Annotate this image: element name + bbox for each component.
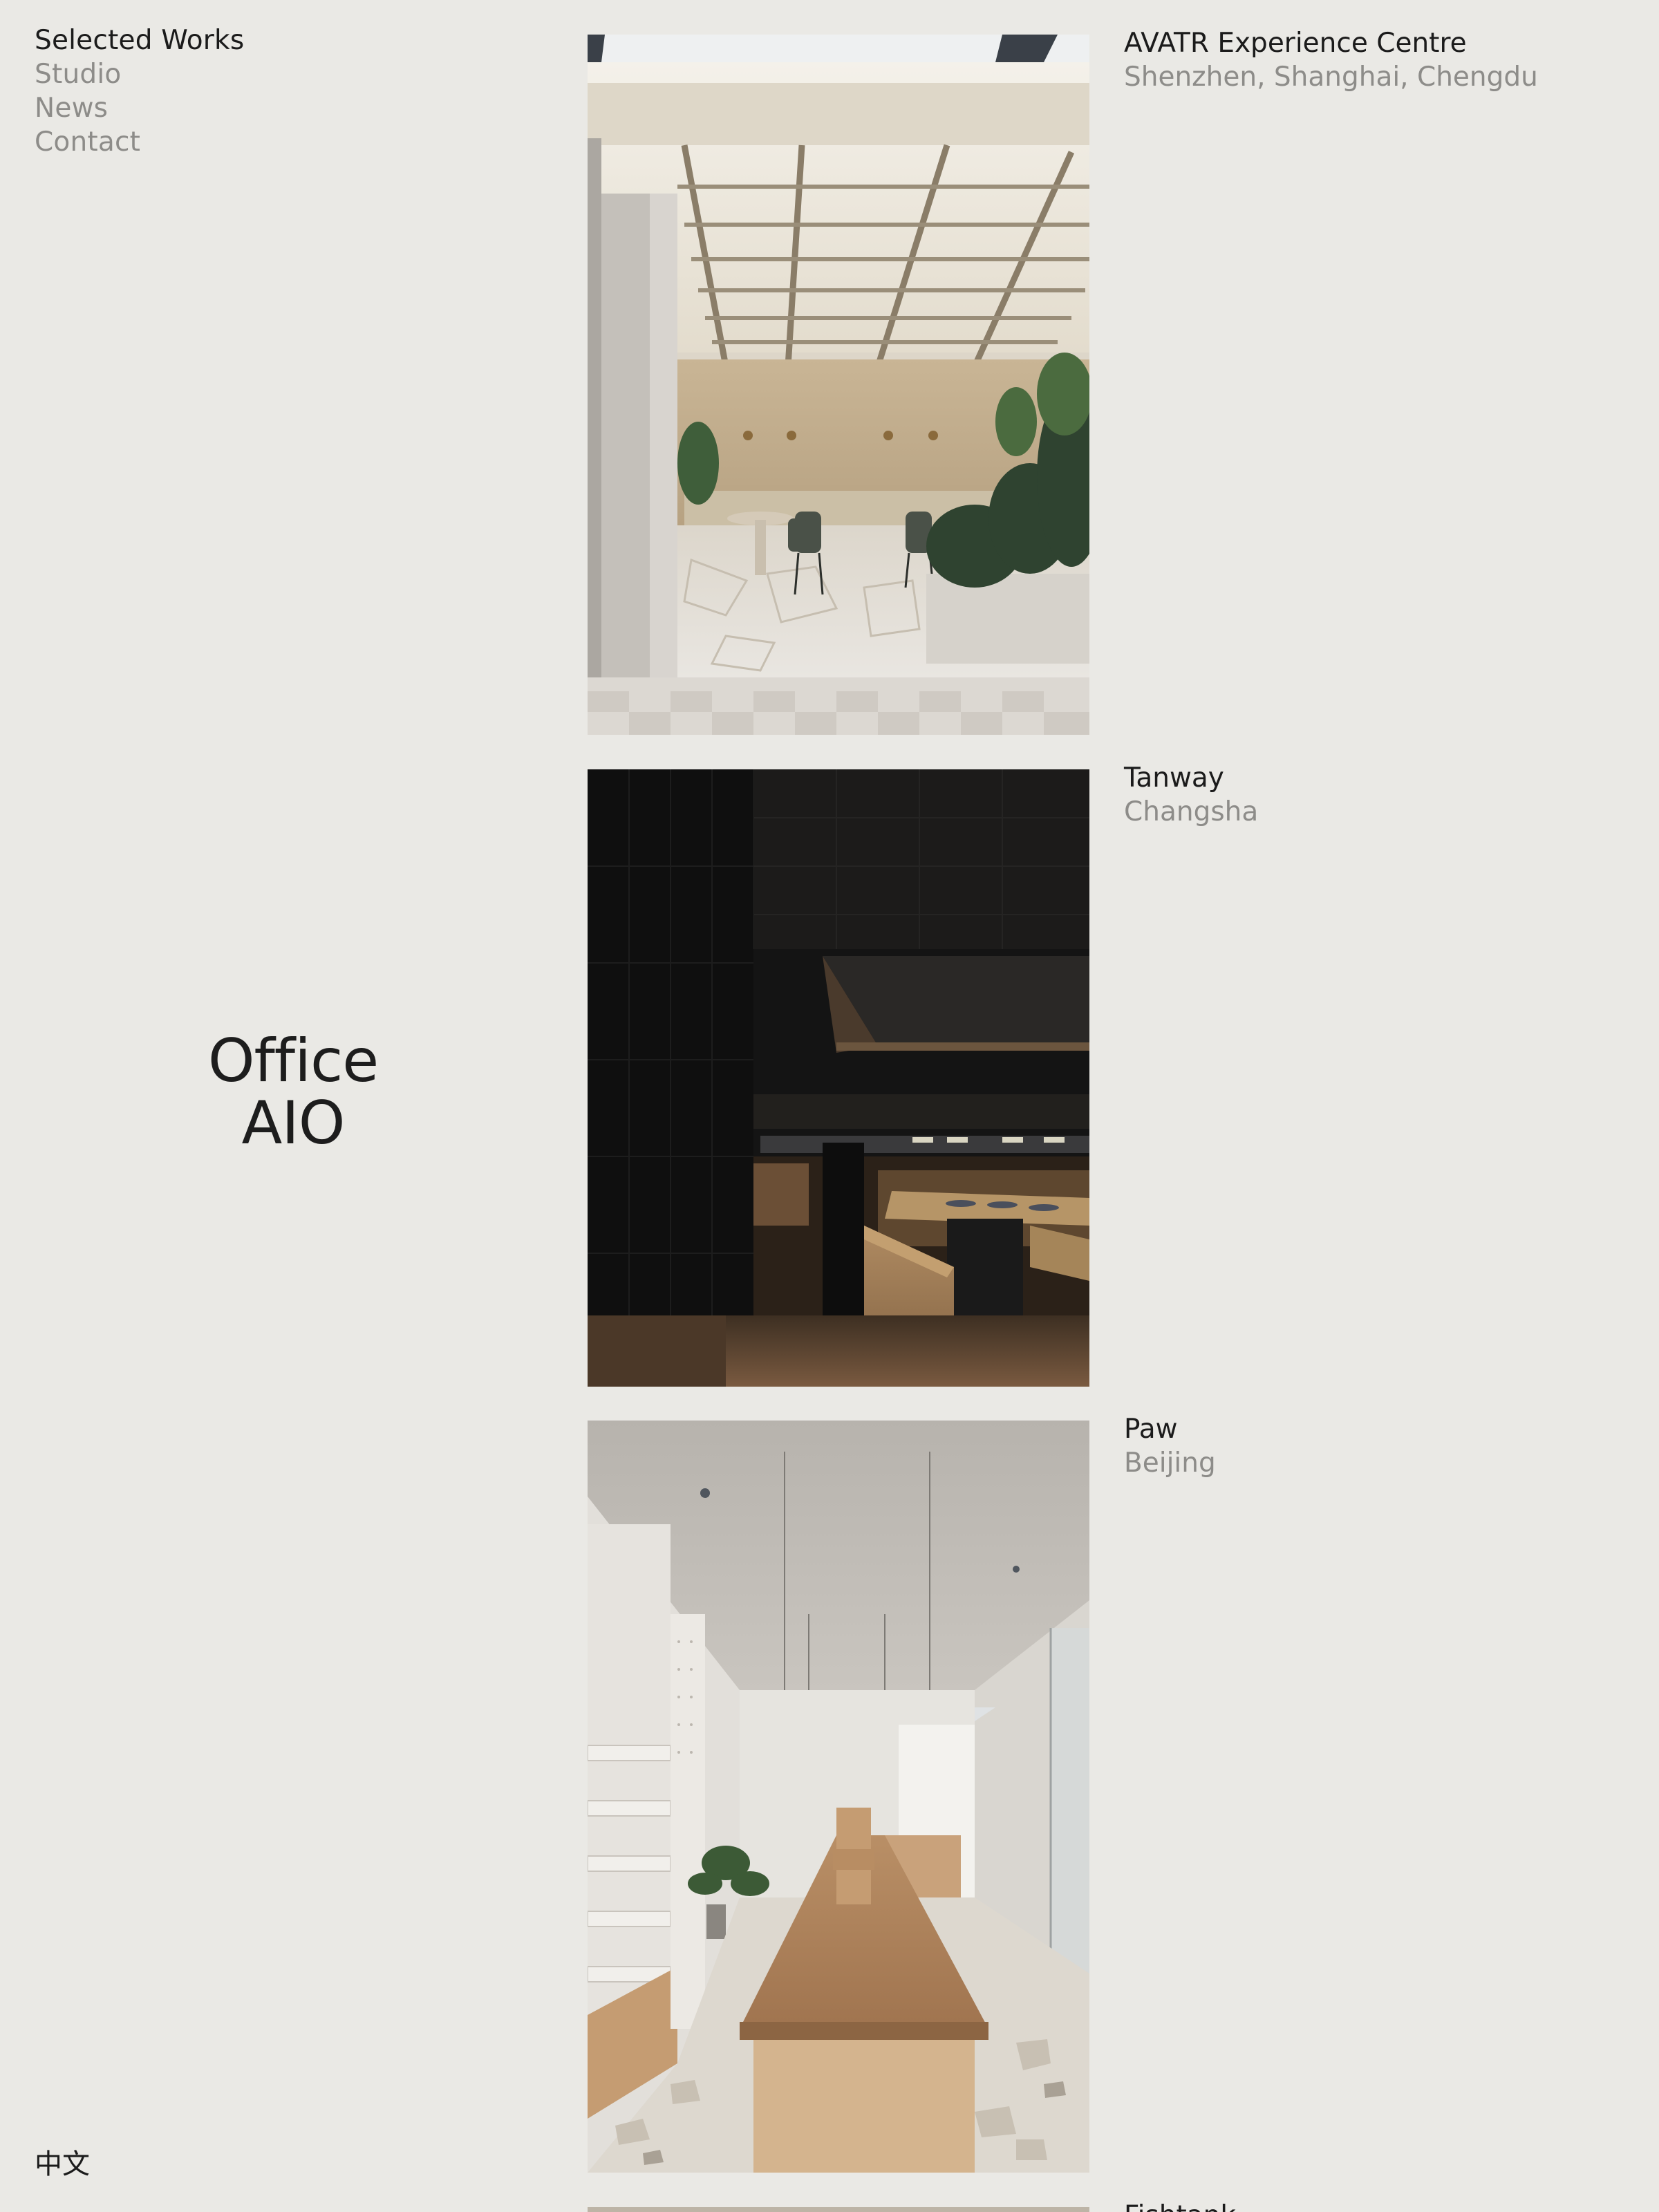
- project-location: Changsha: [1124, 796, 1259, 827]
- nav-item-selected-works[interactable]: Selected Works: [35, 24, 244, 57]
- project-name: Tanway: [1124, 762, 1224, 794]
- project-name: Fishtank: [1124, 2199, 1608, 2212]
- logo-line-2: AIO: [241, 1089, 346, 1158]
- project-location: Shenzhen, Shanghai, Chengdu: [1124, 62, 1538, 93]
- nav-item-contact[interactable]: Contact: [35, 125, 244, 159]
- project-caption[interactable]: AVATR Experience Centre Shenzhen, Shangh…: [1124, 26, 1608, 94]
- project-caption[interactable]: Tanway Changsha: [1124, 761, 1608, 829]
- project-caption[interactable]: Fishtank: [1124, 2199, 1608, 2212]
- project-image-paw[interactable]: [588, 1421, 1089, 2173]
- project-image-tanway[interactable]: [588, 769, 1089, 1387]
- site-logo[interactable]: Office AIO: [0, 1030, 586, 1154]
- nav-item-news[interactable]: News: [35, 91, 244, 125]
- main-nav: Selected Works Studio News Contact: [35, 24, 244, 159]
- nav-item-studio[interactable]: Studio: [35, 57, 244, 91]
- logo-line-1: Office: [207, 1027, 379, 1096]
- project-name: AVATR Experience Centre: [1124, 28, 1467, 59]
- project-name: Paw: [1124, 1414, 1178, 1445]
- page: Selected Works Studio News Contact Offic…: [0, 0, 1659, 2212]
- project-caption[interactable]: Paw Beijing: [1124, 1412, 1608, 1480]
- project-image-avatr[interactable]: [588, 35, 1089, 735]
- project-location: Beijing: [1124, 1447, 1216, 1479]
- language-switch[interactable]: 中文: [35, 2147, 90, 2182]
- project-image-fishtank[interactable]: [588, 2207, 1089, 2212]
